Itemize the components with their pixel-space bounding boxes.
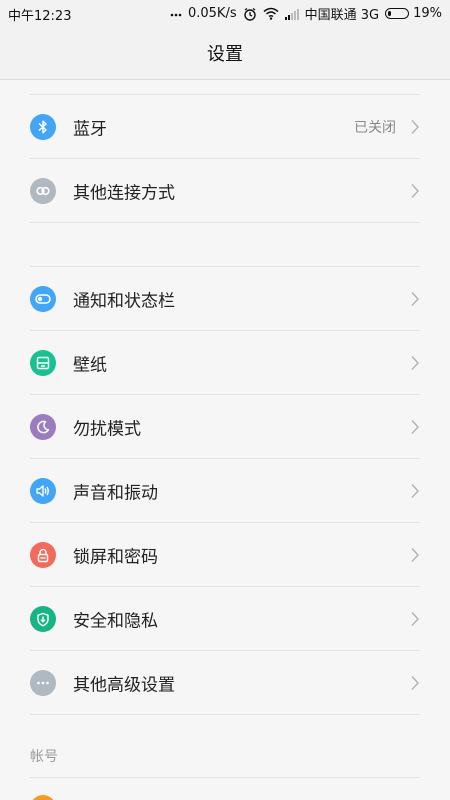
setting-row-wallpaper[interactable]: 壁纸 [0, 331, 450, 395]
setting-row-sound-vibration[interactable]: 声音和振动 [0, 459, 450, 523]
chevron-right-icon [411, 183, 420, 199]
lock-icon [30, 542, 56, 568]
shield-icon [30, 606, 56, 632]
toggle-icon [30, 286, 56, 312]
battery-percent: 19% [413, 6, 442, 21]
chevron-right-icon [411, 611, 420, 627]
wallpaper-icon [30, 350, 56, 376]
setting-value: 已关闭 [354, 120, 396, 136]
link-icon [30, 178, 56, 204]
battery-indicator: 19% [385, 6, 442, 21]
chevron-right-icon [411, 355, 420, 371]
row-divider [30, 222, 420, 223]
setting-label: 声音和振动 [73, 483, 158, 504]
setting-label: 其他连接方式 [73, 183, 175, 204]
speaker-icon [30, 478, 56, 504]
setting-row-security-privacy[interactable]: 安全和隐私 [0, 587, 450, 651]
setting-row-do-not-disturb[interactable]: 勿扰模式 [0, 395, 450, 459]
row-divider [30, 714, 420, 715]
network-speed: 0.05K/s [187, 6, 237, 21]
setting-label: 勿扰模式 [73, 419, 141, 440]
chevron-right-icon [411, 483, 420, 499]
chevron-right-icon [411, 547, 420, 563]
setting-row-lockscreen[interactable]: 锁屏和密码 [0, 523, 450, 587]
setting-label: 其他高级设置 [73, 675, 175, 696]
settings-list: 蓝牙 已关闭 其他连接方式 通知和状态栏 壁纸 勿扰模式 声音和振动 锁屏和密码… [0, 80, 450, 800]
chevron-right-icon [411, 675, 420, 691]
setting-row-other-connections[interactable]: 其他连接方式 [0, 159, 450, 223]
section-divider [30, 777, 420, 778]
chevron-right-icon [411, 291, 420, 307]
wifi-icon [263, 7, 279, 20]
title-bar: 设置 [0, 26, 450, 80]
setting-row-notifications[interactable]: 通知和状态栏 [0, 267, 450, 331]
signal-icon [284, 8, 299, 20]
setting-label: 壁纸 [73, 355, 107, 376]
carrier-label: 中国联通 3G [304, 8, 380, 23]
alarm-icon [243, 7, 257, 21]
setting-row-bluetooth[interactable]: 蓝牙 已关闭 [0, 95, 450, 159]
battery-fill [388, 11, 392, 16]
page-title: 设置 [207, 43, 243, 65]
setting-row-advanced[interactable]: 其他高级设置 [0, 651, 450, 715]
moon-icon [30, 414, 56, 440]
setting-label: 安全和隐私 [73, 611, 158, 632]
battery-icon [385, 8, 410, 19]
dots-icon [170, 11, 182, 17]
more-icon [30, 670, 56, 696]
section-header-account: 帐号 [30, 749, 58, 765]
status-right-group: 0.05K/s 中国联通 3G 19% [170, 4, 442, 23]
chevron-right-icon [411, 119, 420, 135]
status-time: 中午12:23 [8, 9, 72, 24]
setting-label: 通知和状态栏 [73, 291, 175, 312]
setting-label: 锁屏和密码 [73, 547, 158, 568]
status-bar: 中午12:23 0.05K/s 中国联通 3G 19% [0, 0, 450, 26]
account-icon[interactable] [30, 795, 56, 800]
bluetooth-icon [30, 114, 56, 140]
setting-label: 蓝牙 [73, 119, 107, 140]
chevron-right-icon [411, 419, 420, 435]
